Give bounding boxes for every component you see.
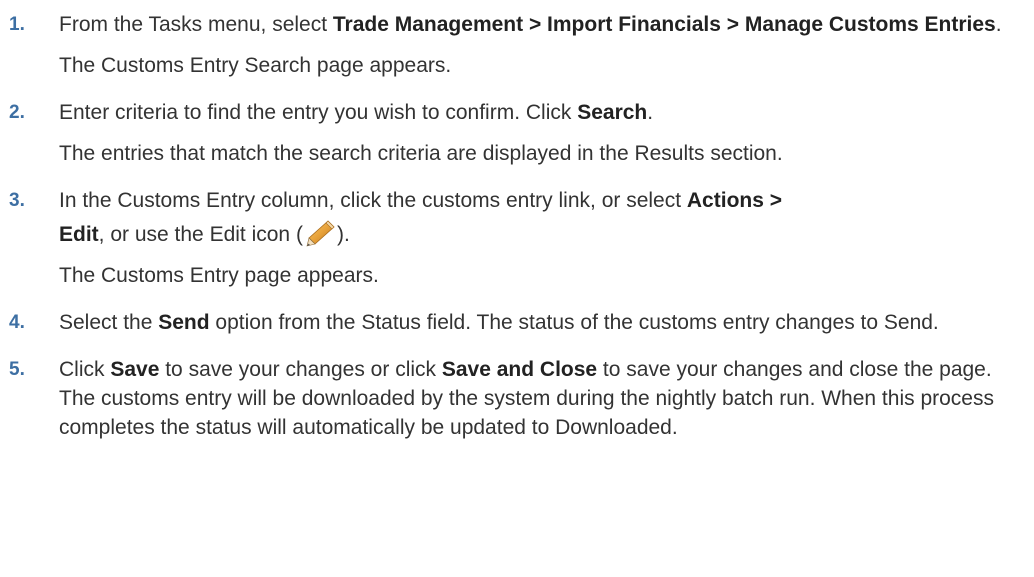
step-text: Select the Send option from the Status f… — [59, 308, 1022, 337]
pencil-edit-icon — [304, 219, 336, 247]
step-text: Enter criteria to find the entry you wis… — [59, 98, 1022, 127]
step-5: 5. Click Save to save your changes or cl… — [0, 355, 1022, 442]
step-text-part: In the Customs Entry column, click the c… — [59, 189, 687, 212]
step-result: The Customs Entry Search page appears. — [59, 54, 452, 77]
step-text-part: ). — [336, 223, 350, 246]
step-text-part: . — [647, 101, 654, 124]
menu-path: Trade Management > Import Financials > M… — [332, 13, 996, 36]
step-text: From the Tasks menu, select Trade Manage… — [59, 10, 1022, 39]
step-text-part: From the Tasks menu, select — [59, 13, 333, 36]
step-number: 4. — [9, 312, 25, 333]
step-3: 3. In the Customs Entry column, click th… — [0, 186, 1022, 290]
actions-label: Actions > — [686, 189, 782, 212]
edit-label: Edit — [59, 223, 99, 246]
save-and-close-label: Save and Close — [441, 358, 598, 381]
step-result: The entries that match the search criter… — [59, 142, 783, 165]
step-text-part: option from the Status field. The status… — [209, 311, 939, 334]
step-text-part: Enter criteria to find the entry you wis… — [59, 101, 578, 124]
step-4: 4. Select the Send option from the Statu… — [0, 308, 1022, 337]
edit-line: Edit, or use the Edit icon ( ). — [59, 215, 1022, 255]
step-text-part: Select the — [59, 311, 159, 334]
step-text-part: . — [995, 13, 1002, 36]
step-number: 1. — [9, 14, 25, 35]
step-text-part: to save your changes or click — [159, 358, 442, 381]
step-text-part: , or use the Edit icon ( — [98, 223, 303, 246]
pencil-edit-icon-svg — [306, 220, 335, 247]
send-label: Send — [158, 311, 210, 334]
procedure-page: 1. From the Tasks menu, select Trade Man… — [0, 0, 1034, 577]
save-label: Save — [110, 358, 160, 381]
step-text: Click Save to save your changes or click… — [59, 355, 1022, 442]
step-number: 2. — [9, 102, 25, 123]
steps-list: 1. From the Tasks menu, select Trade Man… — [0, 10, 1022, 442]
step-2: 2. Enter criteria to find the entry you … — [0, 98, 1022, 168]
step-text-part: Click — [59, 358, 111, 381]
step-text: In the Customs Entry column, click the c… — [59, 186, 1022, 255]
step-result: The Customs Entry page appears. — [59, 264, 379, 287]
step-1: 1. From the Tasks menu, select Trade Man… — [0, 10, 1022, 80]
step-number: 5. — [9, 359, 25, 380]
search-label: Search — [577, 101, 648, 124]
step-number: 3. — [9, 190, 25, 211]
